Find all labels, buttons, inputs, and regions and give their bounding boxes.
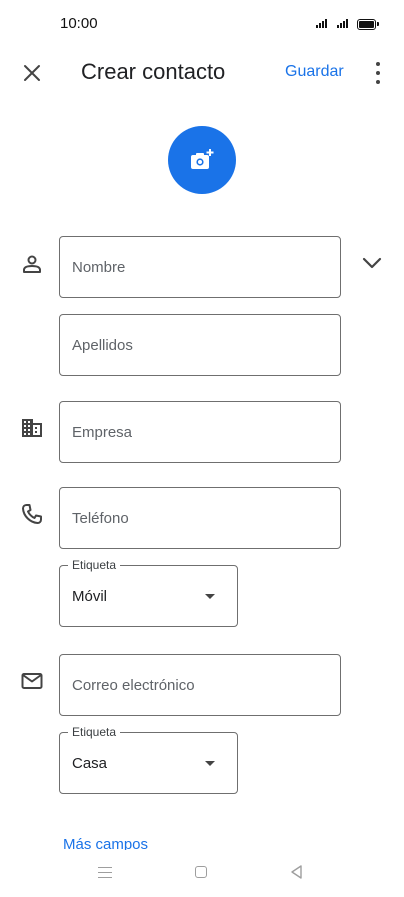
email-label-value: Casa	[72, 755, 108, 772]
phone-placeholder: Teléfono	[72, 510, 129, 527]
battery-tip	[377, 22, 379, 26]
status-time: 10:00	[60, 15, 98, 32]
phone-field[interactable]: Teléfono	[59, 487, 341, 549]
page-title: Crear contacto	[81, 59, 226, 84]
signal-icon	[337, 19, 348, 28]
last-name-placeholder: Apellidos	[72, 337, 133, 354]
signal-icon	[316, 19, 327, 28]
more-options-button[interactable]	[370, 62, 386, 84]
back-button[interactable]	[289, 864, 305, 880]
close-icon	[24, 65, 40, 81]
close-button[interactable]	[16, 57, 48, 89]
dropdown-arrow-icon	[205, 761, 215, 766]
business-icon	[22, 419, 42, 437]
last-name-field[interactable]: Apellidos	[59, 314, 341, 376]
phone-label-select[interactable]: Etiqueta Móvil	[59, 558, 238, 627]
first-name-field[interactable]: Nombre	[59, 236, 341, 298]
save-button[interactable]: Guardar	[285, 63, 344, 81]
first-name-placeholder: Nombre	[72, 259, 126, 276]
person-icon	[23, 255, 41, 273]
more-fields-button[interactable]: Más campos	[63, 836, 148, 850]
home-button[interactable]	[195, 866, 207, 878]
recent-apps-button[interactable]	[98, 867, 112, 878]
company-field[interactable]: Empresa	[59, 401, 341, 463]
add-photo-button[interactable]	[168, 126, 236, 194]
email-label-select[interactable]: Etiqueta Casa	[59, 725, 238, 794]
phone-label-value: Móvil	[72, 588, 108, 605]
phone-icon	[22, 504, 42, 524]
more-vert-icon	[376, 62, 380, 66]
email-placeholder: Correo electrónico	[72, 677, 195, 694]
email-field[interactable]: Correo electrónico	[59, 654, 341, 716]
company-placeholder: Empresa	[72, 424, 133, 441]
battery-icon	[357, 19, 376, 30]
email-icon	[21, 673, 43, 689]
menu-icon	[98, 867, 112, 869]
add-photo-icon	[191, 149, 214, 169]
chevron-down-icon[interactable]	[359, 250, 385, 276]
phone-label-legend: Etiqueta	[68, 558, 121, 572]
email-label-legend: Etiqueta	[68, 725, 121, 739]
dropdown-arrow-icon	[205, 594, 215, 599]
